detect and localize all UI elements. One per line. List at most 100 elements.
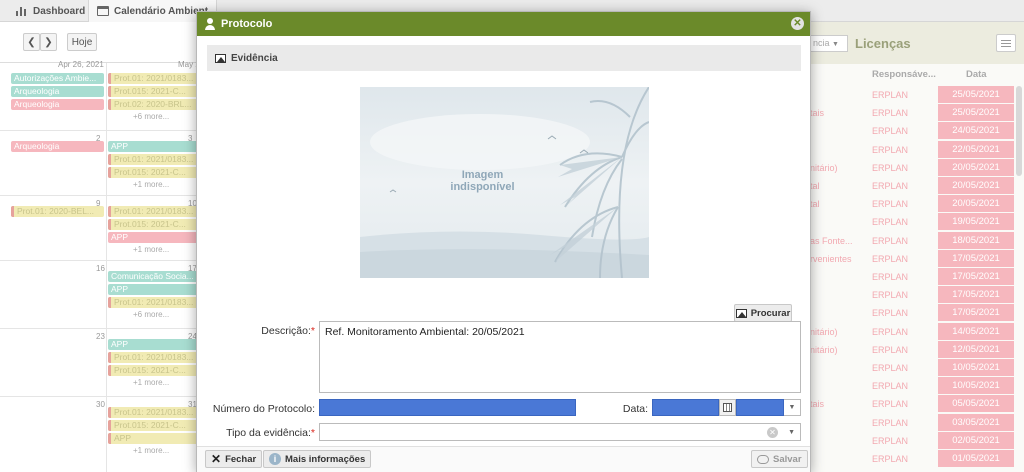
calendar-picker-icon[interactable] [719, 399, 736, 416]
calendar-event[interactable]: APP [108, 141, 200, 152]
more-events-link[interactable]: +1 more... [133, 378, 169, 387]
table-row[interactable]: tais ERPLAN 25/05/2021 [810, 104, 1024, 122]
day-number: 23 [96, 332, 105, 341]
row-date: 19/05/2021 [938, 213, 1014, 231]
more-info-button[interactable]: i Mais informações [263, 450, 372, 468]
close-icon[interactable]: ✕ [791, 17, 804, 30]
evidence-type-select[interactable]: ✕ ▼ [319, 423, 801, 441]
column-header-data[interactable]: Data [966, 64, 987, 86]
calendar-event[interactable]: Prot.02: 2020-BRL... [108, 99, 200, 110]
close-x-icon: ✕ [211, 452, 222, 466]
next-button[interactable]: ❯ [40, 33, 57, 51]
table-row[interactable]: nitário) ERPLAN 20/05/2021 [810, 158, 1024, 177]
more-events-link[interactable]: +1 more... [133, 180, 169, 189]
table-row[interactable]: tais ERPLAN 05/05/2021 [810, 395, 1024, 413]
clear-icon[interactable]: ✕ [767, 427, 778, 438]
row-responsavel: ERPLAN [872, 162, 909, 173]
calendar-event[interactable]: Prot.01: 2021/0183... [108, 73, 200, 84]
table-row[interactable]: ERPLAN 03/05/2021 [810, 413, 1024, 432]
table-row[interactable]: ERPLAN 24/05/2021 [810, 122, 1024, 140]
tab-dashboard[interactable]: Dashboard [8, 0, 93, 22]
chevron-down-icon[interactable]: ▼ [788, 424, 795, 441]
table-row[interactable]: ERPLAN 01/05/2021 [810, 450, 1024, 468]
calendar-event[interactable]: APP [108, 232, 200, 243]
column-header-responsavel[interactable]: Responsáve... [872, 64, 936, 86]
calendar-event[interactable]: Arqueologia [11, 99, 104, 110]
table-row[interactable]: nitário) ERPLAN 12/05/2021 [810, 340, 1024, 359]
calendar-event[interactable]: Prot.01: 2021/0183... [108, 407, 200, 418]
table-row[interactable]: ERPLAN 02/05/2021 [810, 431, 1024, 450]
calendar-event[interactable]: Arqueologia [11, 86, 104, 97]
calendar-event[interactable]: Prot.015: 2021-C... [108, 167, 200, 178]
calendar-event[interactable]: Comunicação Socia... [108, 271, 200, 282]
calendar-event[interactable]: Prot.01: 2020-BEL... [11, 206, 104, 217]
calendar-event[interactable]: APP [108, 433, 200, 444]
browse-button[interactable]: Procurar [734, 304, 792, 322]
row-responsavel: ERPLAN [872, 290, 909, 301]
row-description: nitário) [810, 326, 838, 337]
calendar-event[interactable]: Autorizações Ambie... [11, 73, 104, 84]
dialog-footer: ✕ Fechar i Mais informações Salvar [197, 446, 810, 472]
table-row[interactable]: ERPLAN 10/05/2021 [810, 359, 1024, 377]
day-number: 16 [96, 264, 105, 273]
calendar-event[interactable]: Prot.015: 2021-C... [108, 86, 200, 97]
tab-label: Dashboard [33, 5, 86, 17]
bar-chart-icon [16, 6, 28, 16]
more-events-link[interactable]: +1 more... [133, 245, 169, 254]
calendar-event[interactable]: APP [108, 339, 200, 350]
evidence-type-label: Tipo da evidência:* [197, 427, 315, 439]
required-marker: * [310, 427, 315, 439]
more-events-link[interactable]: +6 more... [133, 310, 169, 319]
table-row[interactable]: ERPLAN 10/05/2021 [810, 377, 1024, 395]
protocol-number-input[interactable] [319, 399, 576, 416]
calendar-event[interactable]: Prot.015: 2021-C... [108, 219, 200, 230]
time-input[interactable] [736, 399, 784, 416]
row-responsavel: ERPLAN [872, 108, 909, 119]
calendar-event[interactable]: Prot.01: 2021/0183... [108, 297, 200, 308]
today-button[interactable]: Hoje [67, 33, 97, 51]
date-label: Data: [622, 403, 648, 415]
calendar-week: 2 3 Arqueologia APP Prot.01: 2021/0183... Pro… [0, 131, 200, 196]
table-row[interactable]: tal ERPLAN 20/05/2021 [810, 195, 1024, 213]
calendar-event[interactable]: Prot.01: 2021/0183... [108, 154, 200, 165]
calendar-event[interactable]: Arqueologia [11, 141, 104, 152]
table-row[interactable]: ERPLAN 22/05/2021 [810, 140, 1024, 159]
prev-button[interactable]: ❮ [23, 33, 40, 51]
row-date: 02/05/2021 [938, 431, 1014, 449]
scrollbar[interactable] [1016, 86, 1022, 176]
table-row[interactable]: ERPLAN 17/05/2021 [810, 286, 1024, 304]
image-icon [215, 53, 226, 63]
table-row[interactable]: tal ERPLAN 20/05/2021 [810, 177, 1024, 195]
evidence-title: Evidência [231, 52, 278, 64]
licencas-title: Licenças [855, 36, 911, 51]
row-date: 10/05/2021 [938, 377, 1014, 395]
more-events-link[interactable]: +1 more... [133, 446, 169, 455]
image-icon [735, 308, 747, 318]
calendar-event[interactable]: Prot.015: 2021-C... [108, 365, 200, 376]
row-responsavel: ERPLAN [872, 126, 909, 137]
protocolo-dialog: Protocolo ✕ Evidência Imagem indisponíve… [196, 11, 811, 472]
row-description: tal [810, 199, 820, 210]
calendar-event[interactable]: Prot.01: 2021/0183... [108, 352, 200, 363]
table-row[interactable]: ERPLAN 25/05/2021 [810, 86, 1024, 104]
table-row[interactable]: ERPLAN 17/05/2021 [810, 304, 1024, 322]
calendar-event[interactable]: Prot.015: 2021-C... [108, 420, 200, 431]
save-button[interactable]: Salvar [751, 450, 808, 468]
table-row[interactable]: ERPLAN 19/05/2021 [810, 213, 1024, 231]
chevron-down-icon[interactable]: ▼ [784, 399, 801, 416]
close-button[interactable]: ✕ Fechar [205, 450, 263, 468]
table-row[interactable]: as Fonte... ERPLAN 18/05/2021 [810, 231, 1024, 250]
calendar-event[interactable]: Prot.01: 2021/0183... [108, 206, 200, 217]
table-row[interactable]: ERPLAN 17/05/2021 [810, 268, 1024, 286]
menu-icon[interactable] [996, 34, 1016, 52]
calendar-event[interactable]: APP [108, 284, 200, 295]
description-textarea[interactable]: Ref. Monitoramento Ambiental: 20/05/2021 [319, 321, 801, 393]
table-row[interactable]: rvenientes ERPLAN 17/05/2021 [810, 249, 1024, 268]
row-responsavel: ERPLAN [872, 235, 909, 246]
more-events-link[interactable]: +6 more... [133, 112, 169, 121]
filter-select[interactable]: ncia ▼ [810, 35, 848, 52]
required-marker: * [310, 325, 315, 337]
date-input[interactable] [652, 399, 719, 416]
licencas-header: ncia ▼ Licenças [810, 22, 1024, 64]
table-row[interactable]: nitário) ERPLAN 14/05/2021 [810, 322, 1024, 341]
